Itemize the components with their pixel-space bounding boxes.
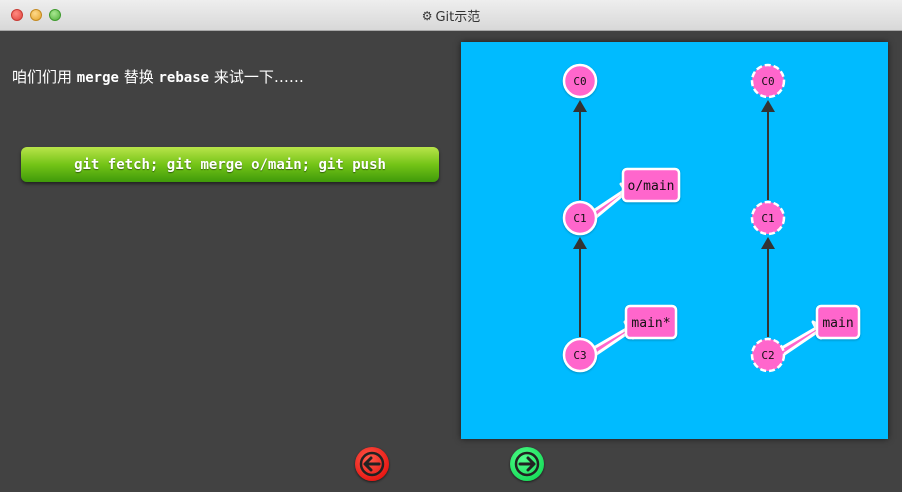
instruction-after: 来试一下……: [209, 68, 304, 86]
branch-label: main: [822, 316, 853, 331]
git-visualization-canvas: o/main main* main C0 C1 C3 C0 C1 C2: [461, 42, 888, 439]
arrow-right-icon: [514, 451, 540, 477]
commit-node[interactable]: C0: [562, 63, 598, 99]
command-button[interactable]: git fetch; git merge o/main; git push: [21, 147, 439, 182]
commit-node[interactable]: C1: [562, 200, 598, 236]
arrow-left-icon: [359, 451, 385, 477]
window-title: Git示范: [435, 10, 481, 25]
edge-arrowhead: [573, 100, 587, 112]
commit-node[interactable]: C3: [562, 337, 598, 373]
commit-label: C2: [761, 349, 774, 362]
remote-commit-node[interactable]: C2: [750, 337, 786, 373]
commit-label: C1: [761, 212, 774, 225]
instruction-code-rebase: rebase: [158, 70, 210, 86]
commit-label: C0: [573, 75, 586, 88]
branch-label: o/main: [628, 179, 675, 194]
back-button[interactable]: [355, 447, 389, 481]
instruction-before: 咱们们用: [12, 68, 77, 86]
instruction-code-merge: merge: [76, 70, 119, 86]
window-title-wrap: ⚙ Git示范: [0, 0, 902, 31]
commit-label: C0: [761, 75, 774, 88]
commit-label: C3: [573, 349, 586, 362]
edge-arrowhead: [761, 237, 775, 249]
remote-commit-node[interactable]: C0: [750, 63, 786, 99]
branch-main-star: main*: [590, 304, 678, 357]
branch-remote-main: main: [778, 304, 861, 357]
forward-button[interactable]: [510, 447, 544, 481]
window-titlebar: ⚙ Git示范: [0, 0, 902, 31]
instruction-text: 咱们们用 merge 替换 rebase 来试一下……: [12, 66, 304, 87]
instruction-middle: 替换: [118, 68, 159, 86]
git-tree-svg: o/main main* main C0 C1 C3 C0 C1 C2: [562, 63, 861, 373]
commit-label: C1: [573, 212, 586, 225]
branch-label: main*: [631, 316, 670, 331]
gear-icon: ⚙: [421, 8, 433, 23]
branch-o-main: o/main: [590, 167, 681, 220]
edge-arrowhead: [573, 237, 587, 249]
edge-arrowhead: [761, 100, 775, 112]
remote-commit-node[interactable]: C1: [750, 200, 786, 236]
